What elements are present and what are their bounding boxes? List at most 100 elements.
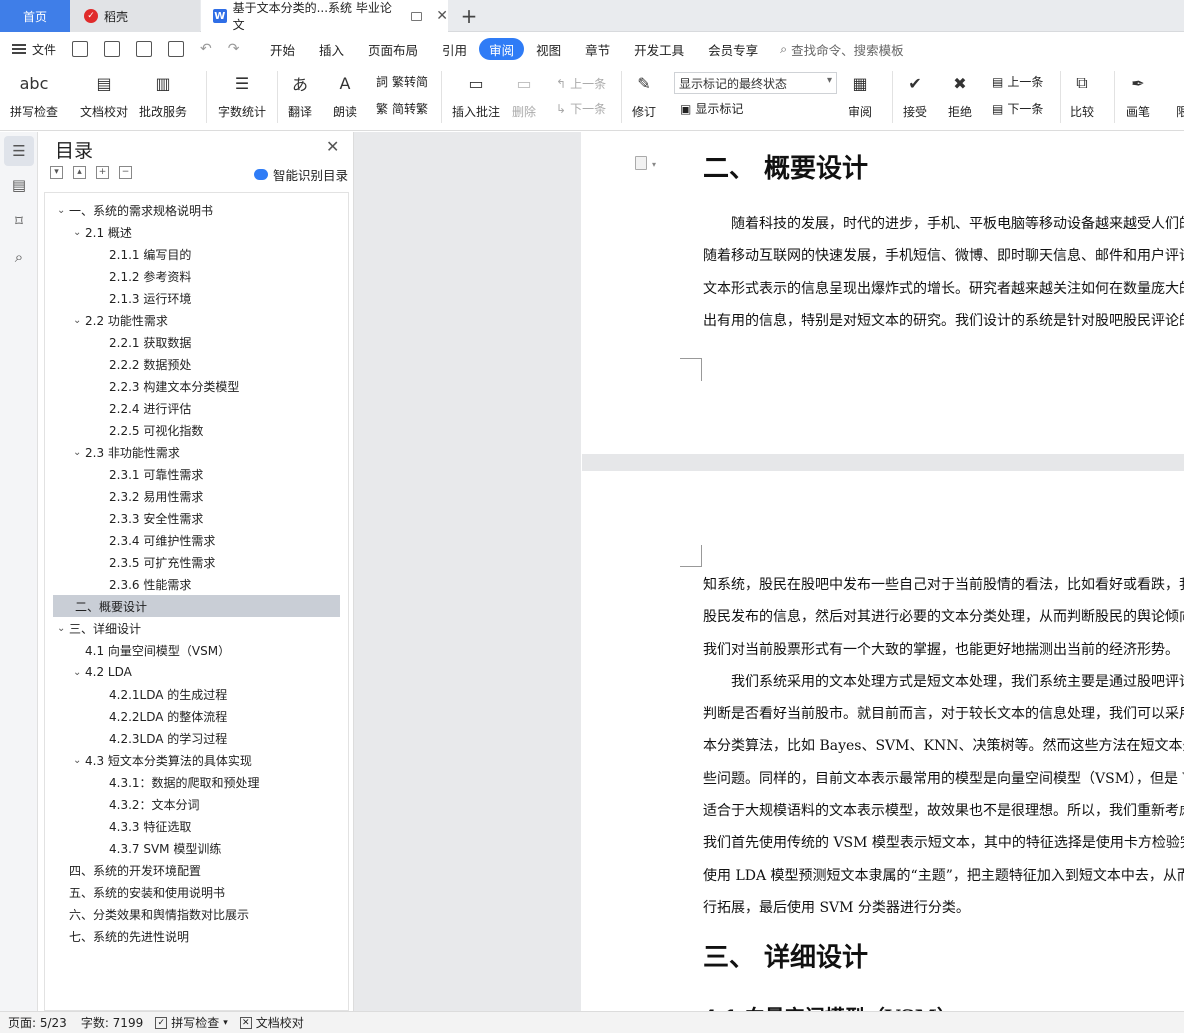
chevron-down-icon[interactable]: ▾ (652, 160, 656, 169)
show-markup-button[interactable]: ▣ 显示标记 (680, 100, 743, 117)
chevron-down-icon[interactable]: ⌄ (73, 755, 85, 766)
toc-item[interactable]: 五、系统的安装和使用说明书 (45, 881, 348, 903)
doc-proof-button[interactable]: ▤ 文档校对 (80, 69, 128, 120)
toc-item[interactable]: ⌄ 4.2 LDA (45, 661, 348, 683)
menu-chapter[interactable]: 章节 (573, 38, 622, 60)
next-change-button[interactable]: ▤ 下一条 (992, 100, 1043, 117)
chevron-down-icon[interactable]: ⌄ (73, 667, 85, 678)
limit-button[interactable]: 限 (1168, 69, 1184, 120)
chevron-down-icon[interactable]: ⌄ (57, 623, 69, 634)
word-count-indicator[interactable]: 字数: 7199 (81, 1014, 143, 1031)
compare-button[interactable]: ⧉ 比较 (1068, 69, 1096, 120)
toc-item[interactable]: ⌄ 4.3 短文本分类算法的具体实现 (45, 749, 348, 771)
redo-icon[interactable]: ↷ (228, 41, 240, 57)
menu-view[interactable]: 视图 (524, 38, 573, 60)
hamburger-icon[interactable] (12, 44, 26, 54)
chevron-down-icon[interactable]: ⌄ (73, 447, 85, 458)
outline-icon[interactable]: ▤ (10, 176, 28, 194)
print-icon[interactable] (136, 41, 153, 57)
menu-devtools[interactable]: 开发工具 (622, 38, 696, 60)
chevron-down-icon[interactable]: ⌄ (57, 205, 69, 216)
toc-item[interactable]: 2.2.5 可视化指数 (45, 419, 348, 441)
menu-review[interactable]: 审阅 (479, 38, 525, 60)
status-proof[interactable]: ✕ 文档校对 (239, 1014, 304, 1031)
toc-item[interactable]: ⌄ 2.2 功能性需求 (45, 309, 348, 331)
reject-button[interactable]: ✖ 拒绝 (946, 69, 974, 120)
tab-home[interactable]: 首页 (0, 0, 70, 32)
chevron-down-icon[interactable]: ⌄ (73, 227, 85, 238)
toc-item[interactable]: 2.2.1 获取数据 (45, 331, 348, 353)
expand-all-icon[interactable]: ▾ (50, 166, 63, 179)
read-aloud-button[interactable]: A 朗读 (331, 69, 359, 120)
delete-comment-button[interactable]: ▭ 删除 (510, 69, 538, 120)
toc-item[interactable]: 2.3.3 安全性需求 (45, 507, 348, 529)
export-pdf-icon[interactable] (104, 41, 121, 57)
toc-item[interactable]: ⌄ 2.1 概述 (45, 221, 348, 243)
menu-insert[interactable]: 插入 (307, 38, 356, 60)
tab-daoke[interactable]: ✓ 稻壳 (70, 0, 200, 32)
insert-comment-button[interactable]: ▭ 插入批注 (452, 69, 500, 120)
toc-item[interactable]: 4.3.7 SVM 模型训练 (45, 837, 348, 859)
simp-to-trad-button[interactable]: 繁简转繁 (376, 100, 428, 117)
toc-item[interactable]: 4.2.1LDA 的生成过程 (45, 683, 348, 705)
spell-check-button[interactable]: abc 拼写检查 (10, 69, 58, 120)
smart-toc-button[interactable]: 智能识别目录 (254, 165, 348, 184)
menu-layout[interactable]: 页面布局 (356, 38, 430, 60)
prev-comment-button[interactable]: ↰ 上一条 (556, 75, 606, 92)
toc-item[interactable]: 2.1.1 编写目的 (45, 243, 348, 265)
review-pane-button[interactable]: ▦ 审阅 (846, 69, 874, 120)
toc-item[interactable]: 2.3.5 可扩充性需求 (45, 551, 348, 573)
tab-document[interactable]: W 基于文本分类的...系统 毕业论文 ✕ (201, 0, 448, 32)
toc-item[interactable]: 二、概要设计 (53, 595, 340, 617)
toc-item[interactable]: 2.3.6 性能需求 (45, 573, 348, 595)
find-icon[interactable]: ⌕ (10, 248, 28, 266)
print-preview-icon[interactable] (168, 41, 185, 57)
toc-item[interactable]: 4.1 向量空间模型（VSM） (45, 639, 348, 661)
remove-heading-icon[interactable]: − (119, 166, 132, 179)
toc-panel-icon[interactable]: ☰ (4, 136, 34, 166)
toc-item[interactable]: ⌄ 三、详细设计 (45, 617, 348, 639)
page-doc-icon[interactable] (635, 156, 647, 170)
save-icon[interactable] (72, 41, 89, 57)
menu-member[interactable]: 会员专享 (696, 38, 770, 60)
chevron-down-icon[interactable]: ⌄ (73, 315, 85, 326)
next-comment-button[interactable]: ↳ 下一条 (556, 100, 606, 117)
collapse-all-icon[interactable]: ▴ (73, 166, 86, 179)
track-changes-button[interactable]: ✎ 修订 (630, 69, 658, 120)
toc-item[interactable]: 4.3.3 特征选取 (45, 815, 348, 837)
menu-start[interactable]: 开始 (258, 38, 307, 60)
toc-item[interactable]: 2.1.3 运行环境 (45, 287, 348, 309)
prev-change-button[interactable]: ▤ 上一条 (992, 73, 1043, 90)
word-count-button[interactable]: ☰ 字数统计 (218, 69, 266, 120)
new-tab-button[interactable]: + (456, 0, 482, 32)
accept-button[interactable]: ✔ 接受 (901, 69, 929, 120)
close-tab-icon[interactable]: ✕ (436, 8, 448, 24)
status-spell-check[interactable]: ✓ 拼写检查 ▾ (155, 1014, 228, 1031)
close-icon[interactable]: ✕ (326, 137, 339, 156)
review-service-button[interactable]: ▥ 批改服务 (139, 69, 187, 120)
command-search[interactable]: ⌕ 查找命令、搜索模板 (780, 40, 904, 59)
trad-to-simp-button[interactable]: 詞繁转简 (376, 73, 428, 90)
menu-reference[interactable]: 引用 (430, 38, 479, 60)
page-indicator[interactable]: 页面: 5/23 (8, 1014, 67, 1031)
toc-item[interactable]: 2.3.2 易用性需求 (45, 485, 348, 507)
add-heading-icon[interactable]: + (96, 166, 109, 179)
toc-item[interactable]: 4.3.1：数据的爬取和预处理 (45, 771, 348, 793)
monitor-icon[interactable] (410, 11, 423, 21)
toc-item[interactable]: 4.2.3LDA 的学习过程 (45, 727, 348, 749)
pen-button[interactable]: ✒ 画笔 (1124, 69, 1152, 120)
toc-item[interactable]: ⌄ 一、系统的需求规格说明书 (45, 199, 348, 221)
toc-item[interactable]: 2.2.3 构建文本分类模型 (45, 375, 348, 397)
toc-item[interactable]: 2.2.2 数据预处 (45, 353, 348, 375)
toc-item[interactable]: 七、系统的先进性说明 (45, 925, 348, 947)
toc-item[interactable]: 六、分类效果和舆情指数对比展示 (45, 903, 348, 925)
toc-item[interactable]: 2.3.4 可维护性需求 (45, 529, 348, 551)
markup-state-select[interactable]: 显示标记的最终状态 (674, 72, 837, 94)
file-menu[interactable]: 文件 (32, 41, 56, 58)
toc-item[interactable]: ⌄ 2.3 非功能性需求 (45, 441, 348, 463)
translate-button[interactable]: あ翻译 (286, 69, 314, 120)
bookmark-icon[interactable]: ⌑ (10, 212, 28, 230)
toc-item[interactable]: 四、系统的开发环境配置 (45, 859, 348, 881)
toc-item[interactable]: 2.2.4 进行评估 (45, 397, 348, 419)
toc-item[interactable]: 2.3.1 可靠性需求 (45, 463, 348, 485)
